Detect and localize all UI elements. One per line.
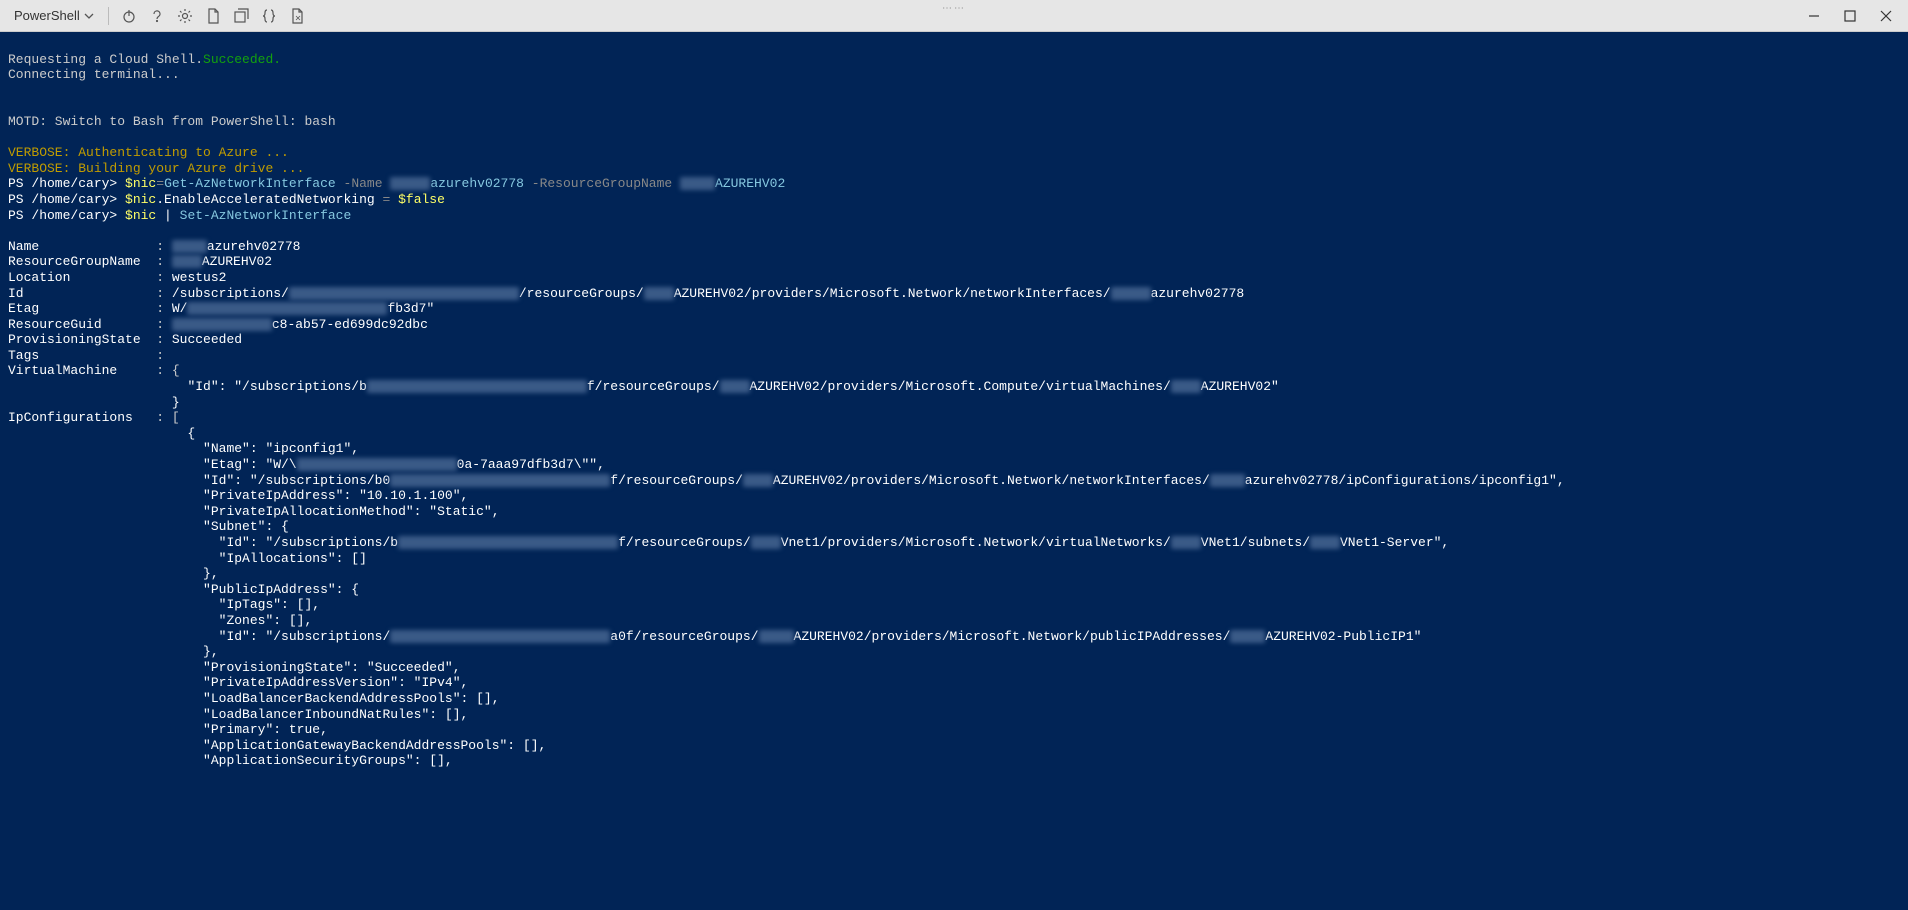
output-line: ResourceGroupName : AZUREHV02 bbox=[8, 254, 272, 269]
toolbar-divider bbox=[108, 7, 109, 25]
output-line: Tags : bbox=[8, 348, 164, 363]
output-line: "LoadBalancerInboundNatRules": [], bbox=[8, 707, 468, 722]
output-line: "IpTags": [], bbox=[8, 597, 320, 612]
maximize-icon bbox=[1844, 10, 1856, 22]
output-line: }, bbox=[8, 566, 219, 581]
output-line: "Zones": [], bbox=[8, 613, 312, 628]
output-line: "ApplicationGatewayBackendAddressPools":… bbox=[8, 738, 546, 753]
command-line-3: PS /home/cary> $nic | Set-AzNetworkInter… bbox=[8, 208, 351, 223]
output-line: ProvisioningState : Succeeded bbox=[8, 332, 242, 347]
chevron-down-icon bbox=[84, 11, 94, 21]
close-button[interactable] bbox=[1872, 4, 1900, 28]
output-line: "Id": "/subscriptions/bf/resourceGroups/… bbox=[8, 535, 1449, 550]
line: VERBOSE: Building your Azure drive ... bbox=[8, 161, 304, 176]
line: VERBOSE: Authenticating to Azure ... bbox=[8, 145, 289, 160]
output-line: }, bbox=[8, 644, 219, 659]
output-line: "Id": "/subscriptions/b0f/resourceGroups… bbox=[8, 473, 1565, 488]
output-line: Name : azurehv02778 bbox=[8, 239, 300, 254]
output-line: "PrivateIpAddress": "10.10.1.100", bbox=[8, 488, 468, 503]
output-line: "PrivateIpAllocationMethod": "Static", bbox=[8, 504, 500, 519]
output-line: } bbox=[8, 395, 180, 410]
output-line: "Primary": true, bbox=[8, 722, 328, 737]
terminal-output[interactable]: Requesting a Cloud Shell.Succeeded. Conn… bbox=[0, 32, 1908, 910]
line: MOTD: Switch to Bash from PowerShell: ba… bbox=[8, 114, 336, 129]
help-icon bbox=[149, 8, 165, 24]
output-line: Location : westus2 bbox=[8, 270, 226, 285]
new-session-button[interactable] bbox=[229, 4, 253, 28]
web-preview-button[interactable] bbox=[285, 4, 309, 28]
window-controls bbox=[1800, 4, 1900, 28]
output-line: "Name": "ipconfig1", bbox=[8, 441, 359, 456]
editor-button[interactable] bbox=[257, 4, 281, 28]
output-line: Id : /subscriptions//resourceGroups/AZUR… bbox=[8, 286, 1244, 301]
output-line: "ApplicationSecurityGroups": [], bbox=[8, 753, 453, 768]
settings-button[interactable] bbox=[173, 4, 197, 28]
file-preview-icon bbox=[289, 8, 305, 24]
output-line: IpConfigurations : [ bbox=[8, 410, 180, 425]
file-icon bbox=[205, 8, 221, 24]
upload-download-button[interactable] bbox=[201, 4, 225, 28]
output-line: "PrivateIpAddressVersion": "IPv4", bbox=[8, 675, 468, 690]
output-line: "ProvisioningState": "Succeeded", bbox=[8, 660, 461, 675]
gear-icon bbox=[177, 8, 193, 24]
minimize-icon bbox=[1808, 10, 1820, 22]
output-line: "Id": "/subscriptions/bf/resourceGroups/… bbox=[8, 379, 1279, 394]
power-icon bbox=[121, 8, 137, 24]
output-line: Etag : W/fb3d7" bbox=[8, 301, 434, 316]
output-line: "Etag": "W/\0a-7aaa97dfb3d7\"", bbox=[8, 457, 605, 472]
line: Connecting terminal... bbox=[8, 67, 180, 82]
output-line: "PublicIpAddress": { bbox=[8, 582, 359, 597]
maximize-button[interactable] bbox=[1836, 4, 1864, 28]
command-line-2: PS /home/cary> $nic.EnableAcceleratedNet… bbox=[8, 192, 445, 207]
output-line: "IpAllocations": [] bbox=[8, 551, 367, 566]
output-line: VirtualMachine : { bbox=[8, 363, 180, 378]
shell-selector[interactable]: PowerShell bbox=[8, 6, 100, 25]
output-line: { bbox=[8, 426, 195, 441]
line: Requesting a Cloud Shell.Succeeded. bbox=[8, 52, 281, 67]
help-button[interactable] bbox=[145, 4, 169, 28]
drag-handle[interactable]: ⋯⋯ bbox=[942, 3, 966, 14]
output-line: "Id": "/subscriptions/a0f/resourceGroups… bbox=[8, 629, 1421, 644]
shell-selector-label: PowerShell bbox=[14, 8, 80, 23]
command-line-1: PS /home/cary> $nic=Get-AzNetworkInterfa… bbox=[8, 176, 785, 191]
output-line: ResourceGuid : c8-ab57-ed699dc92dbc bbox=[8, 317, 428, 332]
output-line: "Subnet": { bbox=[8, 519, 289, 534]
output-line: "LoadBalancerBackendAddressPools": [], bbox=[8, 691, 500, 706]
minimize-button[interactable] bbox=[1800, 4, 1828, 28]
cloud-shell-toolbar: ⋯⋯ PowerShell bbox=[0, 0, 1908, 32]
close-icon bbox=[1880, 10, 1892, 22]
braces-icon bbox=[261, 8, 277, 24]
open-new-icon bbox=[233, 8, 249, 24]
restart-button[interactable] bbox=[117, 4, 141, 28]
